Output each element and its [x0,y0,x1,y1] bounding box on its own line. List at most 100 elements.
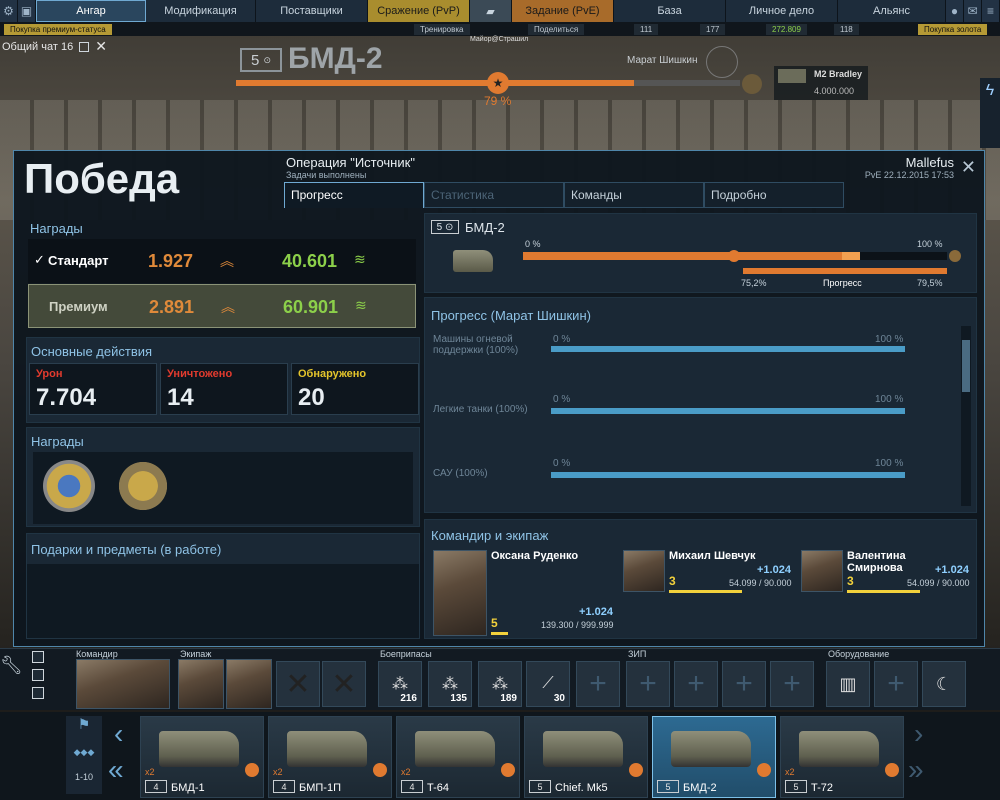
mail-icon[interactable]: ✉ [964,0,982,22]
chat-label[interactable]: Общий чат 16 [2,41,73,53]
scroll-last-icon[interactable]: » [908,754,924,786]
vehicle-card[interactable]: 5 Chief. Mk5 [524,716,648,798]
medals-area [33,452,413,524]
vp-after-pct: 79,5% [917,278,943,288]
tab-progress[interactable]: Прогресс [284,182,424,208]
share-button[interactable]: Поделиться [528,24,585,35]
scroll-left-icon[interactable]: ‹ [114,718,123,750]
reward-standard-row[interactable]: ✓ Стандарт 1.927 ︽ 40.601 ≋ [28,239,416,283]
vehicle-card[interactable]: x2 4 T-64 [396,716,520,798]
tier-filter[interactable]: 1-10 [66,772,102,782]
ammo-slot[interactable]: ⁂ 216 [378,661,422,707]
tab-alliance[interactable]: Альянс [838,0,946,22]
vehicle-name: T-64 [427,782,450,794]
next-star-icon [742,74,762,94]
vehicle-tier: 4 [273,780,295,793]
ammo-slot[interactable]: ⁂ 135 [428,661,472,707]
next-vehicle-card[interactable]: M2 Bradley 4.000.000 [774,66,868,100]
tab-teams[interactable]: Команды [564,182,704,208]
crew-portrait[interactable] [623,550,665,592]
ammo-slot[interactable]: ⁂ 189 [478,661,522,707]
ammo-slot[interactable]: ⟋ 30 [526,661,570,707]
empty-zip-slot[interactable]: + [770,661,814,707]
tab-statistics[interactable]: Статистика [424,182,564,208]
vehicle-name: БМД-2 [683,782,717,794]
vehicle-card[interactable]: x2 5 T-72 [780,716,904,798]
star-badge-icon [501,763,515,777]
star-badge-icon [629,763,643,777]
tab-suppliers[interactable]: Поставщики [256,0,368,22]
tab-base[interactable]: База [614,0,726,22]
hud-commander-portrait[interactable] [76,659,170,709]
checkbox[interactable] [32,651,44,663]
empty-equipment-slot[interactable]: + [874,661,918,707]
vp-tank-icon [453,250,493,272]
wrench-icon[interactable]: 🔧︎ [0,655,26,705]
operation-subtitle: Задачи выполнены [286,170,367,180]
destroyed-label: Уничтожено [167,368,233,380]
bookmark-icon[interactable]: ⚑ [66,716,102,733]
medal-gear-icon[interactable] [117,460,169,512]
next-vehicle-cost: 4.000.000 [814,86,855,96]
empty-crew-slot[interactable]: ✕ [276,661,320,707]
crew-portrait[interactable] [801,550,843,592]
ammo-count: 189 [500,693,517,704]
tab-details[interactable]: Подробно [704,182,844,208]
vehicle-tier: 5 [529,780,551,793]
filter-icon[interactable]: ◆◆◆ [66,747,102,758]
empty-zip-slot[interactable]: + [626,661,670,707]
buy-gold-button[interactable]: Покупка золота [918,24,988,35]
premium-button[interactable]: Покупка премиум-статуса [4,24,112,35]
medals-panel: Награды [26,427,420,527]
cp-scroll-thumb[interactable] [962,340,970,392]
equipment-slot[interactable]: ☾ [922,661,966,707]
close-icon[interactable]: ✕ [961,157,976,178]
vp-end: 100 % [917,239,943,249]
tab-profile[interactable]: Личное дело [726,0,838,22]
premium-label: Премиум [49,299,108,314]
chat-close-icon[interactable]: ✕ [95,38,107,55]
crew-progress: 54.099 / 90.000 [729,578,792,588]
checkbox[interactable] [32,669,44,681]
lightning-icon[interactable]: ϟ [980,82,1000,100]
cp-row-bar [551,408,905,414]
tab-hangar[interactable]: Ангар [36,0,146,22]
crew-name: Михаил Шевчук [669,550,756,562]
tab-modification[interactable]: Модификация [146,0,256,22]
battle-result-modal: Победа Операция "Источник" Задачи выполн… [13,150,985,647]
menu-icon[interactable]: ≡ [982,0,1000,22]
scroll-right-icon[interactable]: › [914,718,923,750]
hud-crew-portrait[interactable] [178,659,224,709]
cp-scrollbar[interactable] [961,326,971,506]
training-button[interactable]: Тренировка [414,24,470,35]
empty-ammo-slot[interactable]: + [576,661,620,707]
save-icon[interactable]: ▣ [18,0,36,22]
standard-xp: 1.927 [148,251,194,271]
tank-image [287,731,367,767]
user-icon[interactable]: ● [946,0,964,22]
vehicle-star-icon: ★ [487,72,509,94]
vehicle-card[interactable]: x2 4 БМД-1 [140,716,264,798]
checkbox[interactable] [32,687,44,699]
hud-crew-portrait[interactable] [226,659,272,709]
empty-crew-slot[interactable]: ✕ [322,661,366,707]
commander-portrait[interactable] [433,550,487,636]
medal-star-icon[interactable] [43,460,95,512]
tab-pvp[interactable]: Сражение (PvP) [368,0,470,22]
chat-maximize-icon[interactable] [79,41,90,52]
scroll-first-icon[interactable]: « [108,754,124,786]
vehicle-carousel: ⚑ ◆◆◆ 1-10 ‹ « x2 4 БМД-1 x2 4 БМП-1П x2 4 T-6… [0,712,1000,800]
crew-progress-bar [491,632,509,635]
crew-level: 3 [669,574,676,588]
empty-zip-slot[interactable]: + [674,661,718,707]
center-tank-icon[interactable]: ▰ [470,0,512,22]
empty-zip-slot[interactable]: + [722,661,766,707]
vehicle-card[interactable]: x2 4 БМП-1П [268,716,392,798]
gifts-area [27,564,419,638]
tab-pve[interactable]: Задание (PvE) [512,0,614,22]
vehicle-card-selected[interactable]: 5 БМД-2 [652,716,776,798]
settings-icon[interactable]: ⚙ [0,0,18,22]
reward-premium-row[interactable]: Премиум 2.891 ︽ 60.901 ≋ [28,284,416,328]
center-label: Майор@Страшил [470,36,529,43]
equipment-slot[interactable]: ▥ [826,661,870,707]
